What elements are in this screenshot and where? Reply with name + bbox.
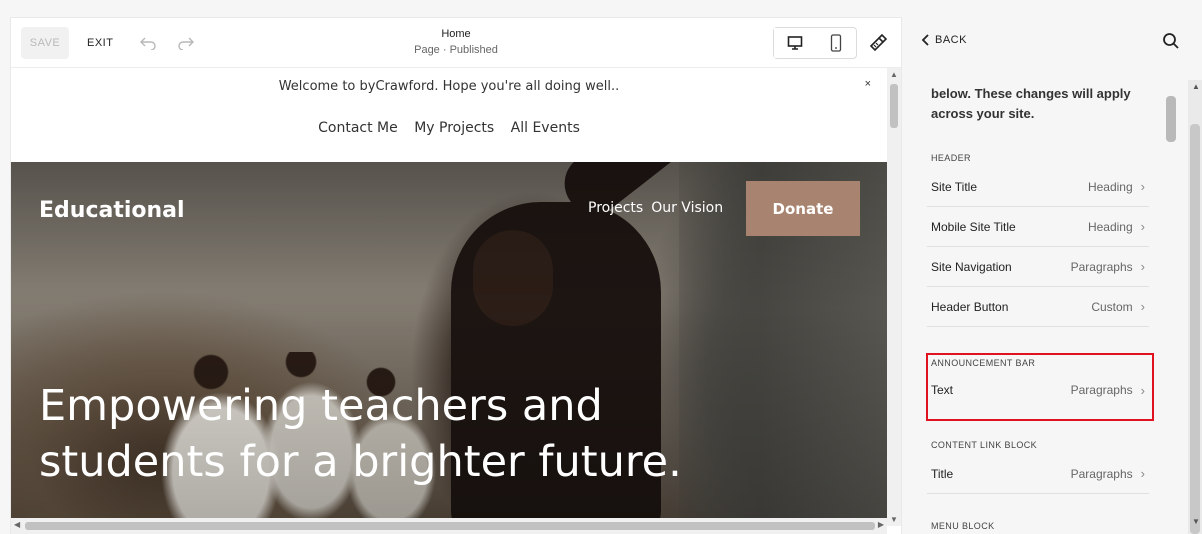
announcement-bar[interactable]: Welcome to byCrawford. Hope you're all d…	[11, 68, 887, 104]
scrollbar-thumb[interactable]	[890, 84, 898, 128]
site-styles-sidebar: BACK below. These changes will apply acr…	[905, 18, 1202, 534]
scroll-down-icon[interactable]: ▼	[890, 515, 898, 524]
scroll-left-icon[interactable]: ◀	[14, 520, 20, 529]
chevron-right-icon: ›	[1140, 466, 1145, 481]
page-canvas: Welcome to byCrawford. Hope you're all d…	[11, 68, 887, 526]
editor-panel: SAVE EXIT Home Page · Published Welcome …	[11, 18, 901, 534]
mobile-icon[interactable]	[815, 28, 856, 58]
device-toggle	[773, 27, 857, 59]
row-value: Heading	[1087, 179, 1133, 194]
desktop-icon[interactable]	[774, 28, 815, 58]
search-icon[interactable]	[1162, 32, 1180, 50]
site-brand[interactable]: Educational	[39, 198, 185, 223]
style-row-header-button[interactable]: Header Button Custom ›	[927, 287, 1149, 327]
hero-headline: Empowering teachers and students for a b…	[39, 378, 739, 490]
sidebar-inner-scrollbar[interactable]	[1164, 80, 1178, 534]
hero-navigation: Projects Our Vision	[588, 200, 731, 216]
row-value: Paragraphs	[1070, 466, 1133, 481]
editor-toolbar: SAVE EXIT Home Page · Published	[11, 18, 901, 68]
nav-link-contact-me[interactable]: Contact Me	[318, 120, 398, 136]
nav-link-all-events[interactable]: All Events	[511, 120, 580, 136]
sidebar-intro-text: below. These changes will apply across y…	[931, 86, 1131, 121]
announcement-text: Welcome to byCrawford. Hope you're all d…	[278, 78, 620, 94]
section-label-header: HEADER	[931, 153, 971, 163]
back-button[interactable]: BACK	[921, 34, 967, 46]
style-row-mobile-site-title[interactable]: Mobile Site Title Heading ›	[927, 207, 1149, 247]
scroll-right-icon[interactable]: ▶	[878, 520, 884, 529]
style-row-content-link-title[interactable]: Title Paragraphs ›	[927, 454, 1149, 494]
sidebar-outer-scrollbar[interactable]: ▲ ▼	[1188, 80, 1202, 534]
top-navigation: Contact Me My Projects All Events	[11, 120, 887, 136]
scrollbar-thumb[interactable]	[1190, 124, 1200, 534]
row-name: Mobile Site Title	[931, 219, 1016, 234]
scrollbar-thumb[interactable]	[1166, 96, 1176, 142]
nav-link-projects[interactable]: Projects	[588, 200, 643, 216]
page-status: Page · Published	[414, 44, 498, 56]
hero-headline-line-2: students for a brighter future.	[39, 437, 682, 487]
row-value: Heading	[1087, 219, 1133, 234]
chevron-left-icon	[921, 34, 929, 46]
row-name: Header Button	[931, 299, 1009, 314]
section-label-menu-block: MENU BLOCK	[931, 521, 995, 529]
chevron-right-icon: ›	[1140, 299, 1145, 314]
scroll-up-icon[interactable]: ▲	[1192, 82, 1200, 91]
nav-link-my-projects[interactable]: My Projects	[414, 120, 494, 136]
nav-link-our-vision[interactable]: Our Vision	[651, 200, 723, 216]
close-icon[interactable]: ×	[865, 78, 871, 90]
row-name: Site Title	[931, 179, 978, 194]
hero-headline-line-1: Empowering teachers and	[39, 381, 603, 431]
row-name: Site Navigation	[931, 259, 1012, 274]
style-row-site-navigation[interactable]: Site Navigation Paragraphs ›	[927, 247, 1149, 287]
hero-section: Educational Projects Our Vision Donate Em…	[11, 162, 887, 526]
style-row-site-title[interactable]: Site Title Heading ›	[927, 167, 1149, 207]
app: SAVE EXIT Home Page · Published Welcome …	[0, 0, 1202, 534]
page-title: Home	[441, 28, 471, 40]
selection-highlight	[926, 353, 1154, 421]
row-value: Custom	[1091, 299, 1133, 314]
paint-brush-icon[interactable]	[863, 28, 893, 58]
scroll-up-icon[interactable]: ▲	[890, 70, 898, 79]
scrollbar-thumb[interactable]	[25, 522, 875, 530]
donate-button[interactable]: Donate	[746, 181, 860, 236]
section-label-content-link-block: CONTENT LINK BLOCK	[931, 440, 1038, 450]
chevron-right-icon: ›	[1140, 219, 1145, 234]
back-label: BACK	[935, 34, 967, 46]
chevron-right-icon: ›	[1140, 259, 1145, 274]
canvas-vertical-scrollbar[interactable]: ▲ ▼	[887, 68, 901, 526]
chevron-right-icon: ›	[1140, 179, 1145, 194]
canvas-horizontal-scrollbar[interactable]: ◀ ▶	[11, 518, 887, 534]
row-value: Paragraphs	[1070, 259, 1133, 274]
row-name: Title	[931, 466, 954, 481]
scroll-down-icon[interactable]: ▼	[1192, 517, 1200, 526]
